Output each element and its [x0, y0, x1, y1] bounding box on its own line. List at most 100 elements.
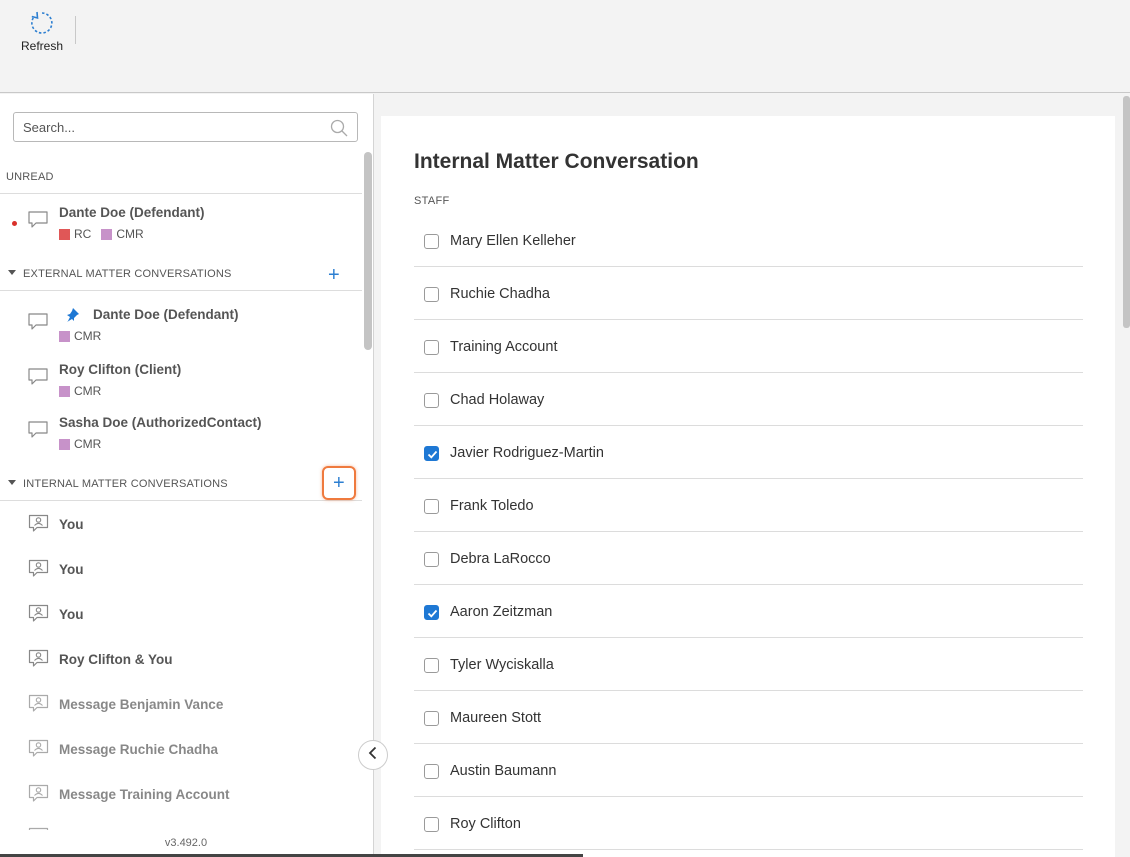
tag-color-swatch	[59, 385, 70, 397]
staff-checkbox[interactable]	[424, 552, 439, 567]
refresh-icon	[16, 10, 68, 36]
external-conversation-item[interactable]: Dante Doe (Defendant) CMR	[0, 298, 362, 350]
tag-cmr: CMR	[59, 384, 101, 398]
staff-checkbox[interactable]	[424, 446, 439, 461]
staff-name: Tyler Wyciskalla	[450, 657, 554, 673]
section-label: EXTERNAL MATTER CONVERSATIONS	[23, 268, 232, 280]
tag-label: CMR	[74, 384, 102, 398]
conversation-name: You	[59, 517, 84, 532]
staff-name: Aaron Zeitzman	[450, 604, 553, 620]
conversation-sidebar: UNREAD Dante Doe (Defendant) RC CMR EXTE…	[0, 94, 374, 857]
staff-row[interactable]: Frank Toledo	[414, 479, 1083, 532]
tag-color-swatch	[59, 330, 70, 342]
staff-row[interactable]: Tyler Wyciskalla	[414, 638, 1083, 691]
unread-section-header: UNREAD	[0, 158, 362, 194]
tag-label: CMR	[74, 329, 102, 343]
staff-name: Roy Clifton	[450, 816, 521, 832]
person-chat-icon	[28, 514, 49, 539]
staff-row[interactable]: Ruchie Chadha	[414, 267, 1083, 320]
external-section-header[interactable]: EXTERNAL MATTER CONVERSATIONS +	[0, 255, 362, 291]
staff-row[interactable]: Mary Ellen Kelleher	[414, 214, 1083, 267]
refresh-label: Refresh	[20, 39, 64, 53]
collapse-sidebar-button[interactable]	[358, 740, 388, 770]
staff-row[interactable]: Javier Rodriguez-Martin	[414, 426, 1083, 479]
search-icon[interactable]	[330, 119, 348, 142]
unread-conversation-item[interactable]: Dante Doe (Defendant) RC CMR	[0, 196, 362, 248]
new-message-item[interactable]	[0, 816, 362, 830]
staff-checkbox[interactable]	[424, 287, 439, 302]
conversation-tags: CMR	[59, 384, 111, 398]
tag-cmr: CMR	[101, 227, 144, 241]
caret-down-icon[interactable]	[8, 270, 16, 275]
staff-checkbox[interactable]	[424, 605, 439, 620]
tag-rc: RC	[59, 227, 91, 241]
tag-cmr: CMR	[59, 329, 101, 343]
internal-conversation-item[interactable]: You	[0, 591, 362, 636]
staff-checkbox[interactable]	[424, 499, 439, 514]
staff-row[interactable]: Chad Holaway	[414, 373, 1083, 426]
checkmark-icon	[427, 609, 438, 618]
tag-label: RC	[74, 227, 92, 241]
conversation-form: Internal Matter Conversation STAFF Mary …	[381, 116, 1115, 857]
staff-section-label: STAFF	[414, 195, 450, 207]
conversation-tags: CMR	[59, 437, 111, 451]
staff-name: Frank Toledo	[450, 498, 534, 514]
section-label: INTERNAL MATTER CONVERSATIONS	[23, 478, 228, 490]
conversation-tags: CMR	[59, 329, 111, 343]
new-message-item[interactable]: Message Benjamin Vance	[0, 681, 362, 726]
staff-list: Mary Ellen Kelleher Ruchie Chadha Traini…	[414, 214, 1083, 850]
caret-down-icon[interactable]	[8, 480, 16, 485]
staff-name: Javier Rodriguez-Martin	[450, 445, 604, 461]
staff-checkbox[interactable]	[424, 817, 439, 832]
staff-row[interactable]: Aaron Zeitzman	[414, 585, 1083, 638]
staff-checkbox[interactable]	[424, 658, 439, 673]
main-content: Internal Matter Conversation STAFF Mary …	[375, 94, 1130, 857]
tag-cmr: CMR	[59, 437, 101, 451]
person-chat-icon	[28, 604, 49, 629]
person-chat-icon	[28, 694, 49, 719]
staff-checkbox[interactable]	[424, 711, 439, 726]
external-conversation-item[interactable]: Roy Clifton (Client) CMR	[0, 353, 362, 405]
tag-label: CMR	[74, 437, 102, 451]
internal-conversation-item[interactable]: Roy Clifton & You	[0, 636, 362, 681]
conversation-name: You	[59, 562, 84, 577]
external-conversation-item[interactable]: Sasha Doe (AuthorizedContact) CMR	[0, 406, 362, 458]
staff-name: Chad Holaway	[450, 392, 545, 408]
staff-row[interactable]: Austin Baumann	[414, 744, 1083, 797]
checkmark-icon	[427, 450, 438, 459]
staff-checkbox[interactable]	[424, 393, 439, 408]
staff-row[interactable]: Debra LaRocco	[414, 532, 1083, 585]
conversation-name: You	[59, 607, 84, 622]
internal-section-header[interactable]: INTERNAL MATTER CONVERSATIONS +	[0, 465, 362, 501]
main-scrollbar[interactable]	[1123, 96, 1130, 328]
new-message-item[interactable]: Message Ruchie Chadha	[0, 726, 362, 771]
staff-name: Maureen Stott	[450, 710, 542, 726]
new-message-item[interactable]: Message Training Account	[0, 771, 362, 816]
tag-color-swatch	[59, 438, 70, 450]
staff-row[interactable]: Maureen Stott	[414, 691, 1083, 744]
toolbar-divider	[75, 16, 76, 44]
staff-row[interactable]: Training Account	[414, 320, 1083, 373]
staff-name: Training Account	[450, 339, 558, 355]
sidebar-scrollbar[interactable]	[364, 152, 372, 350]
tag-color-swatch	[59, 228, 70, 240]
staff-checkbox[interactable]	[424, 764, 439, 779]
conversation-name: Message Benjamin Vance	[59, 697, 224, 712]
add-external-conversation-button[interactable]: +	[318, 259, 350, 291]
staff-name: Debra LaRocco	[450, 551, 551, 567]
internal-conversation-item[interactable]: You	[0, 501, 362, 546]
section-label: UNREAD	[6, 171, 54, 183]
page-title: Internal Matter Conversation	[414, 150, 699, 173]
staff-checkbox[interactable]	[424, 234, 439, 249]
conversation-tags: RC CMR	[59, 227, 154, 241]
conversation-name: Roy Clifton (Client)	[59, 362, 182, 377]
search-box	[13, 112, 358, 142]
pin-icon	[64, 307, 80, 328]
search-input[interactable]	[14, 113, 314, 141]
staff-row[interactable]: Roy Clifton	[414, 797, 1083, 850]
add-internal-conversation-button[interactable]: +	[322, 466, 356, 500]
internal-conversation-item[interactable]: You	[0, 546, 362, 591]
refresh-button[interactable]: Refresh	[16, 10, 68, 66]
staff-checkbox[interactable]	[424, 340, 439, 355]
tag-label: CMR	[116, 227, 144, 241]
